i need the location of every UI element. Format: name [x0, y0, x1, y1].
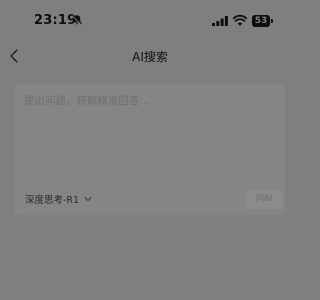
page-title: AI搜索 — [132, 50, 168, 64]
model-selector-label: 深度思考-R1 — [25, 195, 80, 206]
signal-icon — [212, 16, 228, 26]
ai-search-screen: 23:19 53 AI搜索 深度思考-R1 — [0, 0, 300, 300]
model-selector[interactable]: 深度思考-R1 — [25, 192, 92, 206]
battery-icon: 53 — [252, 15, 274, 27]
battery-level: 53 — [252, 15, 270, 27]
status-bar: 23:19 53 — [0, 10, 300, 32]
bell-muted-icon — [71, 14, 83, 26]
search-card: 深度思考-R1 问AI — [14, 84, 285, 215]
search-input[interactable] — [24, 93, 274, 177]
battery-tip — [271, 19, 273, 23]
chevron-down-icon — [84, 197, 92, 201]
ask-ai-button[interactable]: 问AI — [246, 190, 282, 209]
wifi-icon — [233, 15, 247, 26]
